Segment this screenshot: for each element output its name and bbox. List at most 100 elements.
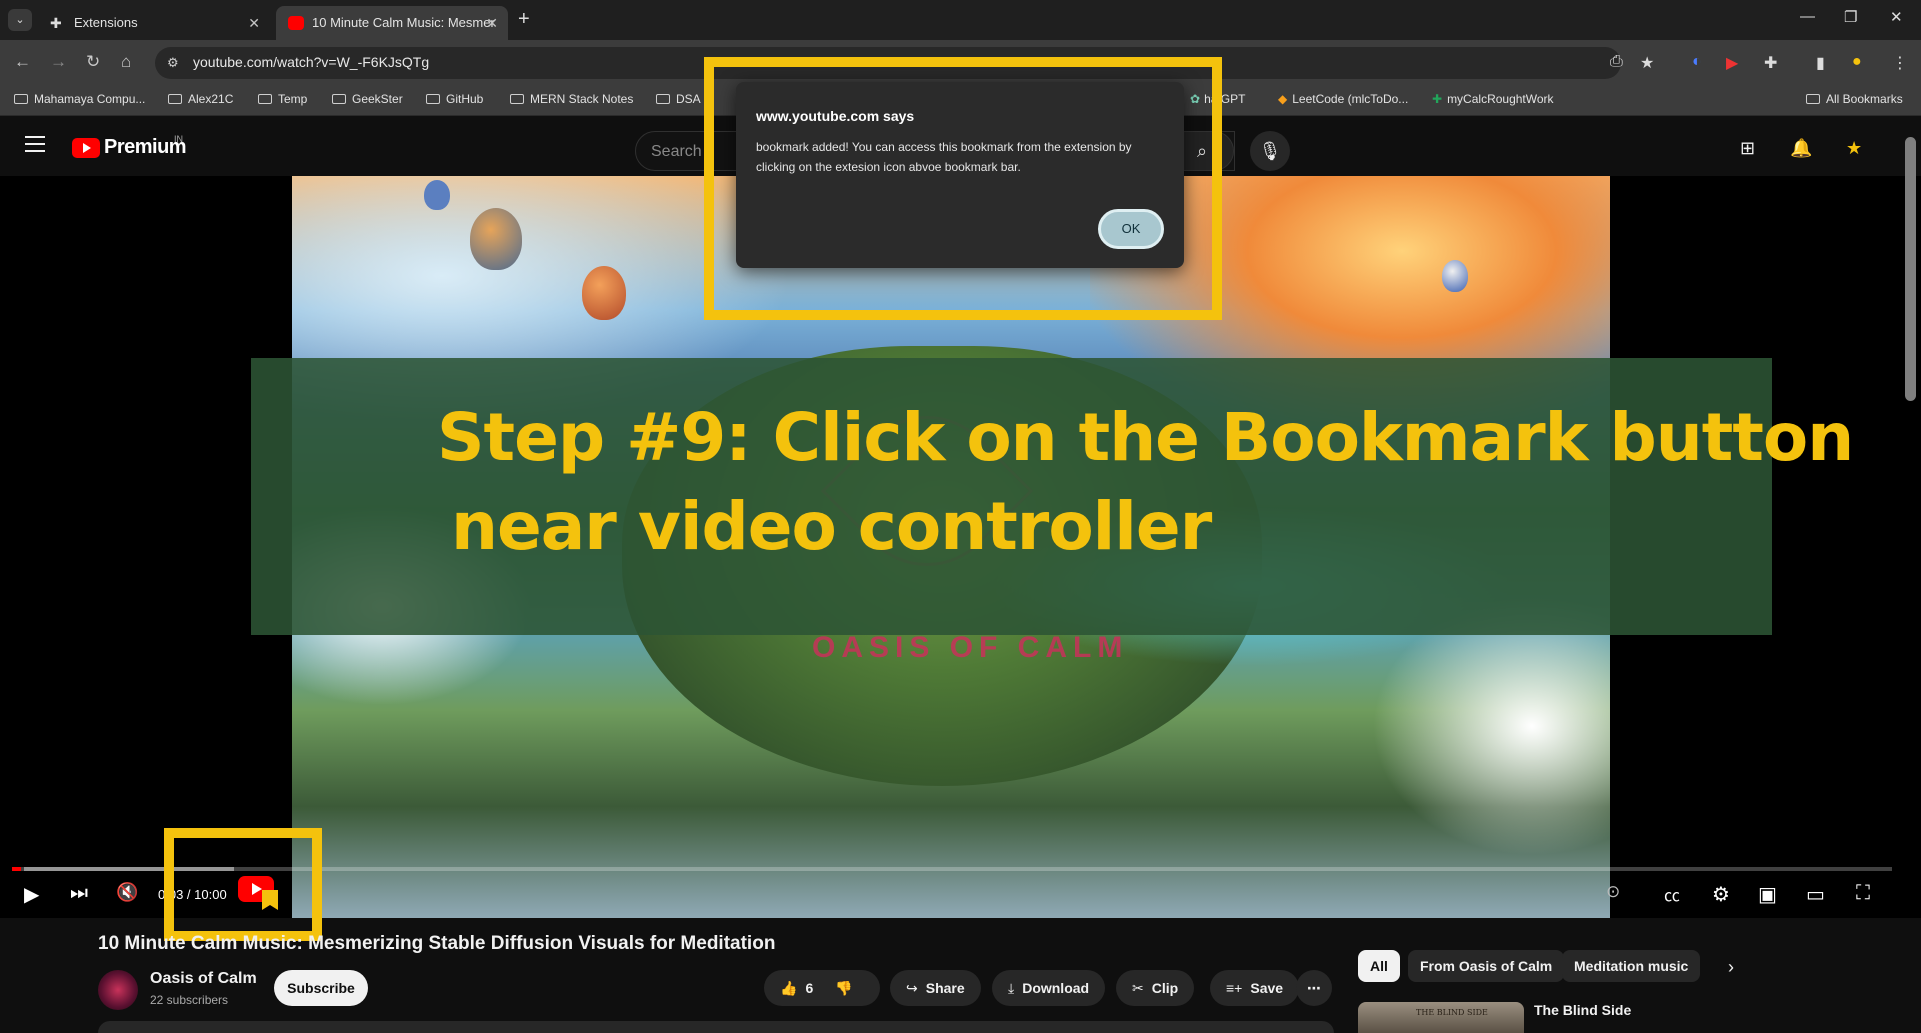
minimize-button[interactable]: —: [1800, 8, 1815, 25]
extension-youtube-bookmark-icon[interactable]: ▶: [1726, 53, 1738, 73]
tab-title: Extensions: [74, 15, 138, 30]
thumbs-up-icon: 👍: [780, 980, 798, 996]
all-bookmarks[interactable]: All Bookmarks: [1806, 92, 1903, 106]
profile-avatar-icon[interactable]: ●: [1852, 53, 1862, 71]
extensions-puzzle-icon[interactable]: ✚: [1764, 53, 1777, 73]
bookmark-folder[interactable]: Mahamaya Compu...: [14, 92, 145, 106]
tab-title: 10 Minute Calm Music: Mesmer: [312, 15, 495, 30]
more-actions-icon[interactable]: ⋯: [1296, 970, 1332, 1006]
subscriber-count: 22 subscribers: [150, 993, 229, 1007]
close-window-button[interactable]: ✕: [1890, 8, 1903, 26]
tab-youtube[interactable]: 10 Minute Calm Music: Mesmer ✕: [276, 6, 508, 40]
folder-icon: [168, 94, 182, 104]
notifications-bell-icon[interactable]: 🔔: [1790, 138, 1812, 159]
download-icon: ⤓: [1008, 980, 1015, 996]
folder-icon: [14, 94, 28, 104]
back-icon[interactable]: ←: [14, 52, 31, 72]
bookmark-folder[interactable]: DSA: [656, 92, 701, 106]
puzzle-icon: ✚: [50, 15, 62, 31]
autoplay-toggle[interactable]: ⊙: [1606, 882, 1620, 902]
share-button[interactable]: ↪ Share: [890, 970, 981, 1006]
dialog-highlight-box: [704, 57, 1222, 320]
bookmark-folder[interactable]: GeekSter: [332, 92, 403, 106]
bookmark-link[interactable]: ◆ LeetCode (mlcToDo...: [1278, 92, 1408, 106]
bookmark-folder[interactable]: GitHub: [426, 92, 483, 106]
folder-icon: [258, 94, 272, 104]
menu-icon[interactable]: [25, 136, 45, 157]
save-button[interactable]: ≡+ Save: [1210, 970, 1300, 1006]
hot-air-balloon: [582, 266, 626, 320]
add-playlist-icon: ≡+: [1226, 980, 1243, 996]
theater-mode-icon[interactable]: ▭: [1806, 882, 1825, 907]
tutorial-step-text-2: near video controller: [451, 488, 1212, 565]
url-text[interactable]: youtube.com/watch?v=W_-F6KJsQTg: [193, 54, 429, 70]
screen: ⌄ ✚ Extensions ✕ 10 Minute Calm Music: M…: [0, 0, 1921, 1033]
download-button[interactable]: ⤓ Download: [992, 970, 1106, 1006]
folder-icon: [1806, 94, 1820, 104]
restore-button[interactable]: ❐: [1844, 8, 1857, 26]
bookmark-button-highlight-box: [164, 828, 322, 941]
chevron-right-icon[interactable]: ›: [1728, 957, 1734, 978]
menu-kebab-icon[interactable]: ⋮: [1892, 53, 1908, 73]
scissors-icon: ✂: [1132, 980, 1144, 996]
channel-avatar[interactable]: [98, 970, 138, 1010]
youtube-favicon-icon: [288, 16, 304, 30]
browser-tabstrip: ⌄ ✚ Extensions ✕ 10 Minute Calm Music: M…: [0, 0, 1921, 40]
thumbs-down-icon[interactable]: 👎: [835, 980, 852, 996]
folder-icon: [426, 94, 440, 104]
side-panel-icon[interactable]: ▮: [1816, 53, 1825, 73]
new-tab-button[interactable]: +: [518, 8, 530, 31]
youtube-logo-icon[interactable]: [72, 138, 100, 158]
home-icon[interactable]: ⌂: [121, 52, 131, 72]
bookmark-folder[interactable]: MERN Stack Notes: [510, 92, 633, 106]
video-title: 10 Minute Calm Music: Mesmerizing Stable…: [98, 933, 776, 954]
subscribe-button[interactable]: Subscribe: [274, 970, 368, 1006]
bookmark-star-icon[interactable]: ★: [1640, 53, 1654, 73]
miniplayer-icon[interactable]: ▣: [1758, 882, 1777, 907]
hot-air-balloon: [470, 208, 522, 270]
folder-icon: [332, 94, 346, 104]
site-info-icon[interactable]: ⚙: [167, 55, 179, 71]
played-bar: [12, 867, 21, 871]
recommendation-thumbnail[interactable]: THE BLIND SIDE: [1358, 1002, 1524, 1033]
bookmark-folder[interactable]: Temp: [258, 92, 307, 106]
tab-search-button[interactable]: ⌄: [8, 9, 32, 31]
channel-watermark: OASIS OF CALM: [812, 631, 1129, 664]
muted-volume-icon[interactable]: 🔇: [116, 882, 138, 903]
reload-icon[interactable]: ↻: [86, 52, 100, 72]
extension-circle-icon[interactable]: ◐: [1692, 53, 1702, 71]
chip-meditation-music[interactable]: Meditation music: [1562, 950, 1701, 982]
sheets-icon: ✚: [1432, 92, 1443, 106]
hot-air-balloon: [1442, 260, 1468, 292]
play-icon[interactable]: ▶: [24, 882, 39, 907]
bookmark-folder[interactable]: Alex21C: [168, 92, 233, 106]
fullscreen-icon[interactable]: ⛶: [1856, 882, 1870, 905]
forward-icon[interactable]: →: [50, 52, 67, 72]
install-app-icon[interactable]: ⎙: [1610, 53, 1623, 71]
create-video-icon[interactable]: ⊞: [1740, 138, 1755, 159]
close-tab-icon[interactable]: ✕: [486, 6, 498, 40]
chip-from-channel[interactable]: From Oasis of Calm: [1408, 950, 1565, 982]
folder-icon: [510, 94, 524, 104]
folder-icon: [656, 94, 670, 104]
close-tab-icon[interactable]: ✕: [248, 6, 260, 40]
tutorial-step-text: Step #9: Click on the Bookmark button: [437, 399, 1854, 476]
description-box[interactable]: [98, 1021, 1334, 1033]
microphone-icon[interactable]: 🎙: [1250, 131, 1290, 171]
channel-name[interactable]: Oasis of Calm: [150, 970, 257, 988]
clip-button[interactable]: ✂ Clip: [1116, 970, 1195, 1006]
page-scrollbar[interactable]: [1905, 137, 1916, 401]
hot-air-balloon: [424, 180, 450, 210]
account-avatar-icon[interactable]: ★: [1846, 138, 1862, 159]
leetcode-icon: ◆: [1278, 92, 1288, 106]
bookmark-link[interactable]: ✚ myCalcRoughtWork: [1432, 92, 1554, 106]
tab-extensions[interactable]: ✚ Extensions ✕: [38, 6, 270, 40]
next-icon[interactable]: ⏭: [70, 882, 88, 905]
like-button[interactable]: 👍 6 👎: [764, 970, 880, 1006]
captions-icon[interactable]: ㏄: [1664, 882, 1680, 906]
share-icon: ↪: [906, 980, 918, 996]
settings-gear-icon[interactable]: ⚙: [1712, 882, 1730, 907]
country-code: IN: [174, 134, 183, 144]
recommendation-title[interactable]: The Blind Side: [1534, 1002, 1631, 1018]
chip-all[interactable]: All: [1358, 950, 1400, 982]
